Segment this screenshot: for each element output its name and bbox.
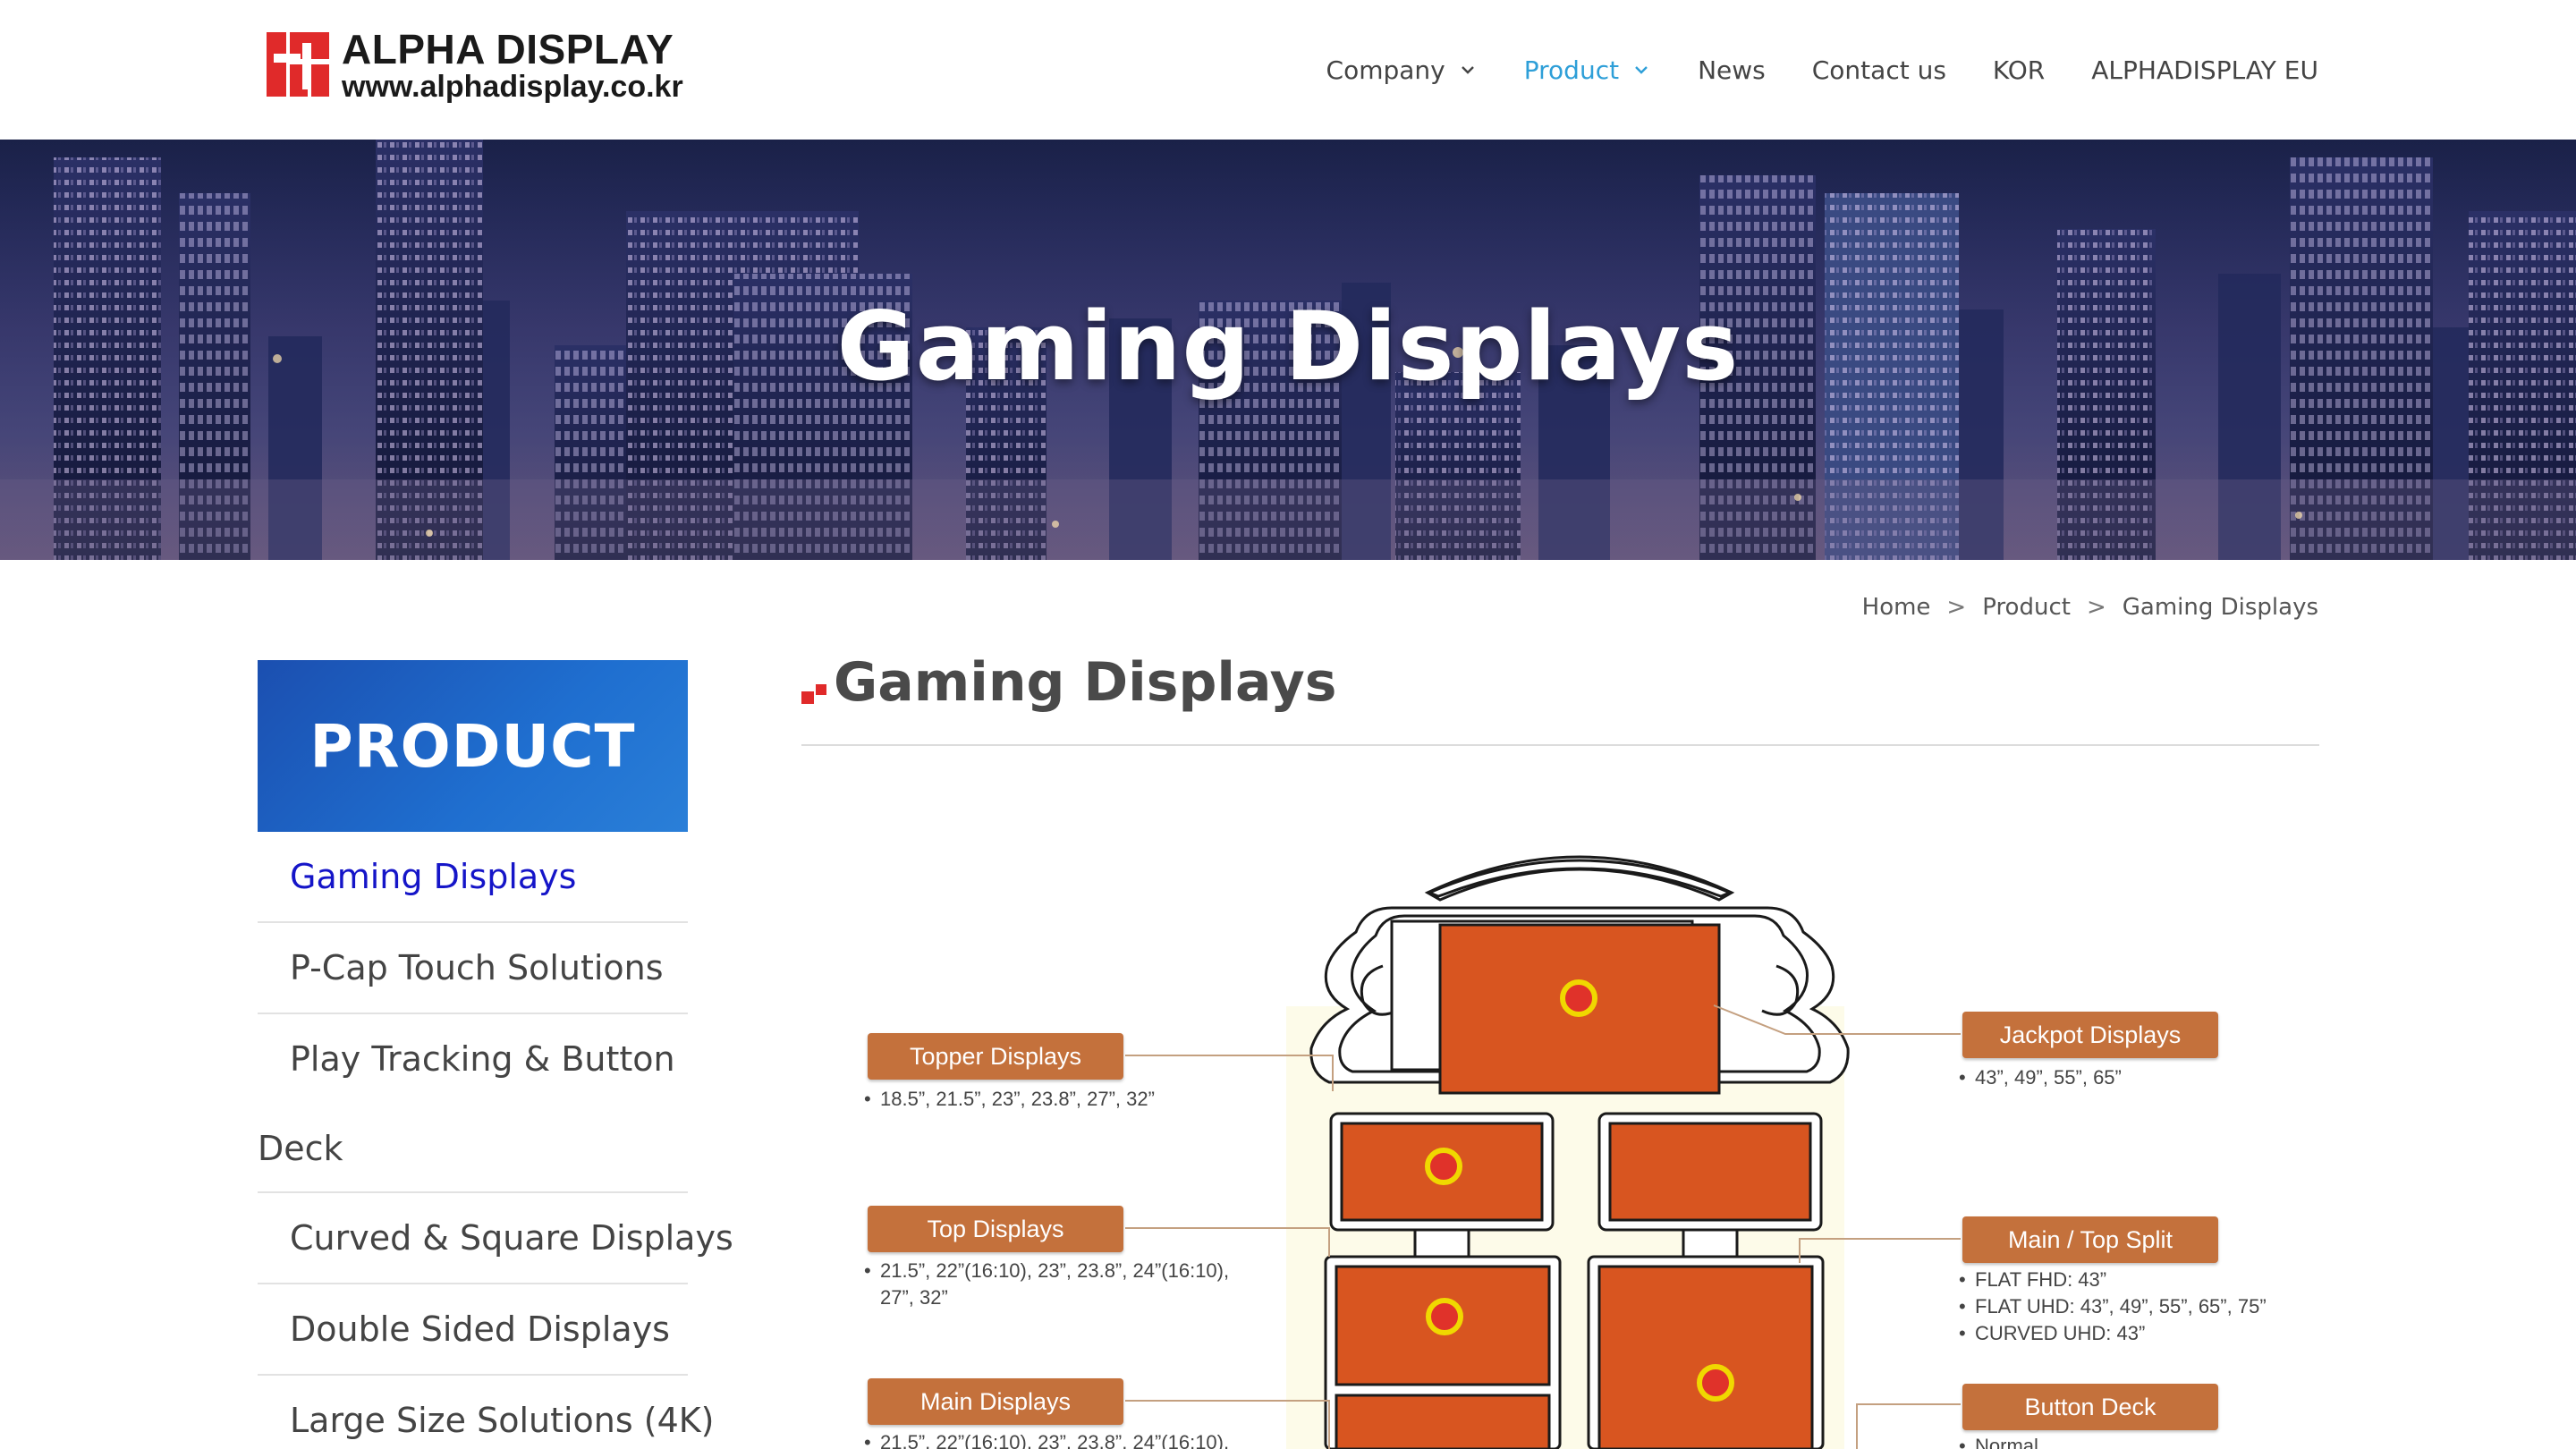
nav-kor-label: KOR [1992, 55, 2046, 85]
logo-website-url: www.alphadisplay.co.kr [342, 70, 683, 104]
spec-top-displays: • 21.5”, 22”(16:10), 23”, 23.8”, 24”(16:1… [864, 1259, 1230, 1309]
sidebar-item-label: Play Tracking & Button [290, 1039, 675, 1079]
breadcrumb-separator: > [2086, 594, 2106, 621]
title-bullet-icon [801, 684, 826, 704]
label-topper-displays: Topper Displays [868, 1033, 1123, 1080]
spec-line: 18.5”, 21.5”, 23”, 23.8”, 27”, 32” [880, 1088, 1155, 1110]
label-jackpot-displays: Jackpot Displays [1962, 1012, 2218, 1058]
label-main-top-split: Main / Top Split [1962, 1216, 2218, 1263]
spec-line: Normal [1975, 1435, 2038, 1449]
sidebar-item-label: Gaming Displays [290, 857, 577, 896]
sidebar-item-play-tracking[interactable]: Play Tracking & Button Deck [258, 1014, 688, 1193]
breadcrumb-product[interactable]: Product [1982, 594, 2071, 621]
sidebar-nav: Gaming Displays P-Cap Touch Solutions Pl… [258, 832, 733, 1449]
spec-line: CURVED UHD: 43” [1975, 1322, 2146, 1344]
main-nav: Company Product News Contact us KOR ALPH… [1280, 50, 2318, 89]
sidebar-item-double-sided[interactable]: Double Sided Displays [258, 1284, 688, 1376]
spec-line: 21.5”, 22”(16:10), 23”, 23.8”, 24”(16:10… [880, 1259, 1230, 1282]
alpha-display-logo-mark [263, 29, 333, 100]
label-main-displays: Main Displays [868, 1378, 1123, 1425]
nav-kor[interactable]: KOR [1993, 55, 2045, 85]
spec-topper-displays: • 18.5”, 21.5”, 23”, 23.8”, 27”, 32” [864, 1088, 1155, 1110]
chevron-down-icon [1461, 66, 1474, 74]
chevron-down-icon [1635, 66, 1648, 74]
nav-product[interactable]: Product [1524, 55, 1651, 85]
sidebar-item-pcap-touch[interactable]: P-Cap Touch Solutions [258, 923, 688, 1014]
spec-main-top-split: • FLAT FHD: 43” • FLAT UHD: 43”, 49”, 55”,… [1959, 1268, 2267, 1344]
spec-button-deck: • Normal [1959, 1433, 2038, 1449]
nav-company-label: Company [1326, 55, 1445, 85]
label-top-displays: Top Displays [868, 1206, 1123, 1252]
nav-product-label: Product [1523, 55, 1620, 85]
nav-news[interactable]: News [1698, 55, 1766, 85]
breadcrumb-separator: > [1946, 594, 1967, 621]
logo-company-name: ALPHA DISPLAY [342, 26, 674, 72]
sidebar-item-label: P-Cap Touch Solutions [290, 948, 664, 987]
spec-main-displays: • 21.5”, 22”(16:10), 23”, 23.8”, 24”(16:1… [864, 1429, 1229, 1449]
sidebar-heading: PRODUCT [258, 660, 688, 832]
nav-news-label: News [1698, 55, 1766, 85]
content-heading: Gaming Displays [801, 651, 1336, 714]
label-button-deck: Button Deck [1962, 1384, 2218, 1430]
nav-contact-us[interactable]: Contact us [1812, 55, 1946, 85]
breadcrumb: Home > Product > Gaming Displays [1862, 594, 2318, 621]
banner-title: Gaming Displays [836, 292, 1740, 402]
sidebar-heading-label: PRODUCT [309, 712, 636, 781]
cabinet-illustration [1125, 855, 1961, 1449]
sidebar-item-label-line2: Deck [258, 1129, 343, 1168]
spec-jackpot-displays: • 43”, 49”, 55”, 65” [1959, 1066, 2122, 1089]
sidebar-item-label: Large Size Solutions (4K) [290, 1401, 715, 1440]
spec-line: FLAT UHD: 43”, 49”, 55”, 65”, 75” [1975, 1295, 2267, 1318]
page-banner: Gaming Displays [0, 140, 2576, 560]
gaming-cabinet-diagram: Topper Displays • 18.5”, 21.5”, 23”, 23.8… [801, 787, 2319, 1449]
sidebar-item-curved-square[interactable]: Curved & Square Displays [258, 1193, 733, 1284]
sidebar-item-large-size[interactable]: Large Size Solutions (4K) [258, 1376, 715, 1449]
spec-line: 43”, 49”, 55”, 65” [1975, 1066, 2122, 1089]
sidebar-item-label: Double Sided Displays [290, 1309, 670, 1349]
breadcrumb-home[interactable]: Home [1862, 594, 1931, 621]
spec-line: 21.5”, 22”(16:10), 23”, 23.8”, 24”(16:10… [880, 1431, 1230, 1449]
sidebar-item-gaming-displays[interactable]: Gaming Displays [258, 832, 688, 923]
nav-eu-label: ALPHADISPLAY EU [2091, 55, 2318, 85]
nav-company[interactable]: Company [1326, 55, 1478, 85]
sidebar-item-label: Curved & Square Displays [290, 1218, 733, 1258]
nav-alphadisplay-eu[interactable]: ALPHADISPLAY EU [2091, 55, 2318, 85]
site-logo[interactable]: ALPHA DISPLAY www.alphadisplay.co.kr [263, 26, 701, 107]
site-header: ALPHA DISPLAY www.alphadisplay.co.kr Com… [0, 0, 2576, 140]
nav-contact-label: Contact us [1811, 55, 1946, 85]
title-divider [801, 744, 2319, 746]
breadcrumb-current: Gaming Displays [2122, 594, 2318, 621]
spec-line: 27”, 32” [880, 1286, 948, 1309]
page-title: Gaming Displays [834, 651, 1337, 714]
spec-line: FLAT FHD: 43” [1975, 1268, 2107, 1291]
